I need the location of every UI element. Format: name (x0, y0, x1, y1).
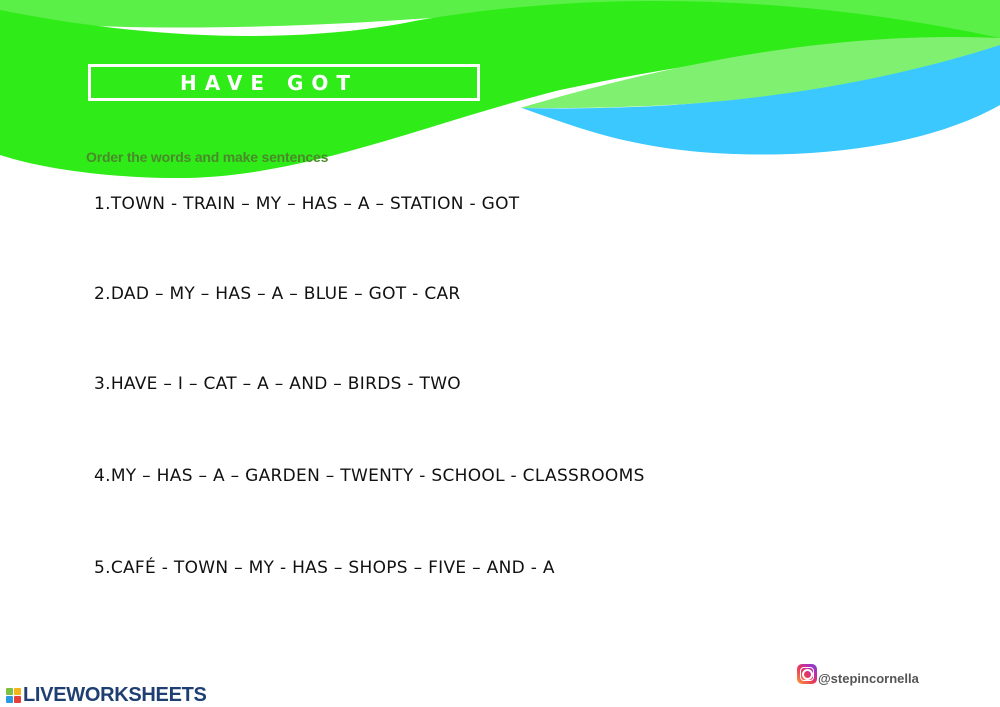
exercise-number: 5. (94, 558, 111, 578)
instagram-handle: @stepincornella (818, 671, 919, 686)
instruction-text: Order the words and make sentences (86, 149, 329, 165)
title-box: HAVE GOT (88, 64, 480, 101)
liveworksheets-logo[interactable]: LIVEWORKSHEETS (6, 684, 207, 707)
exercise-item: 1.TOWN - TRAIN – MY – HAS – A – STATION … (94, 194, 519, 214)
exercise-item: 2.DAD – MY – HAS – A – BLUE – GOT - CAR (94, 284, 461, 304)
instagram-credit[interactable]: @stepincornella (797, 661, 919, 686)
exercise-number: 3. (94, 374, 111, 394)
exercise-item: 5.CAFÉ - TOWN – MY - HAS – SHOPS – FIVE … (94, 558, 555, 578)
exercise-words: MY – HAS – A – GARDEN – TWENTY - SCHOOL … (110, 466, 645, 486)
exercise-words: CAFÉ - TOWN – MY - HAS – SHOPS – FIVE – … (110, 558, 555, 578)
exercise-item: 4.MY – HAS – A – GARDEN – TWENTY - SCHOO… (94, 466, 645, 486)
instagram-icon (797, 663, 817, 684)
exercise-words: DAD – MY – HAS – A – BLUE – GOT - CAR (110, 284, 461, 304)
exercise-number: 4. (94, 466, 111, 486)
brand-name: LIVEWORKSHEETS (23, 684, 207, 706)
page-title: HAVE GOT (179, 70, 359, 95)
live-blocks-icon (6, 688, 21, 703)
exercise-item: 3.HAVE – I – CAT – A – AND – BIRDS - TWO (94, 374, 461, 394)
exercise-number: 2. (94, 284, 111, 304)
exercise-number: 1. (94, 194, 111, 214)
exercise-words: HAVE – I – CAT – A – AND – BIRDS - TWO (110, 374, 461, 394)
exercise-words: TOWN - TRAIN – MY – HAS – A – STATION - … (110, 194, 520, 214)
